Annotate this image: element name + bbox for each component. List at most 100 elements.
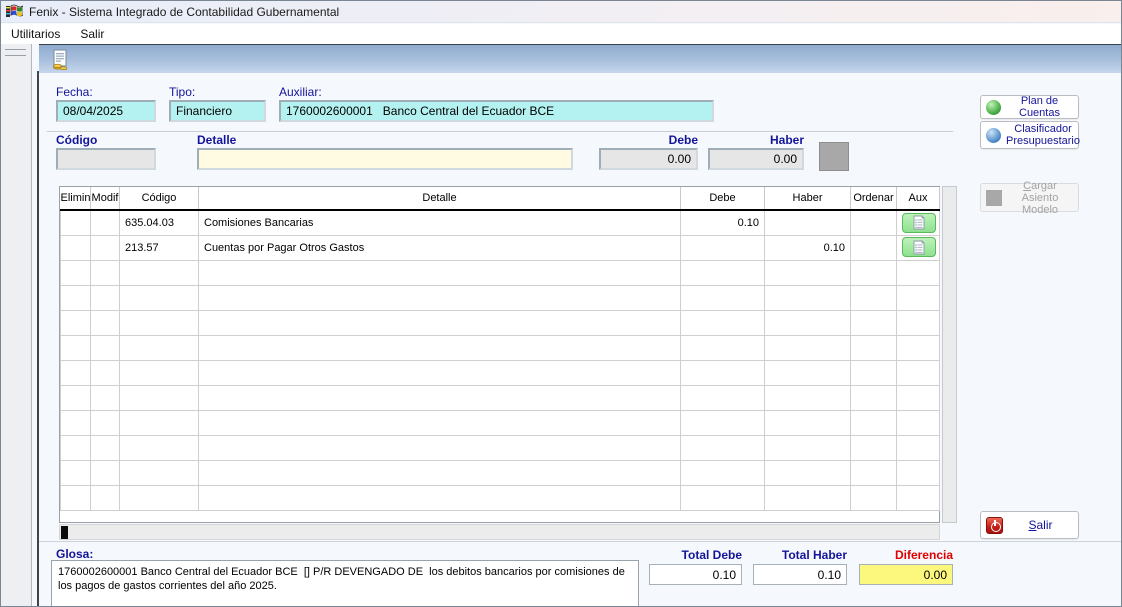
- grid-row: [61, 310, 940, 335]
- detalle-input[interactable]: [197, 148, 573, 170]
- grid-cell-codigo: [120, 310, 199, 335]
- grid-row[interactable]: 213.57Cuentas por Pagar Otros Gastos0.10: [61, 235, 940, 260]
- diferencia-input: 0.00: [859, 564, 953, 585]
- grid-cell-debe: [681, 485, 765, 510]
- grid-cell-aux: [897, 235, 940, 260]
- grid-cell-codigo: [120, 485, 199, 510]
- total-debe-input: 0.10: [649, 564, 742, 585]
- grid-cell-modif: [91, 410, 120, 435]
- plan-de-cuentas-button[interactable]: Plan de Cuentas: [980, 95, 1079, 119]
- notepad-icon: [912, 215, 926, 230]
- grid-cell-haber: [765, 210, 851, 235]
- grid-cell-codigo: 635.04.03: [120, 210, 199, 235]
- fecha-input[interactable]: 08/04/2025: [56, 100, 156, 122]
- grid-cell-debe: [681, 410, 765, 435]
- clasificador-presupuestario-button[interactable]: ClasificadorPresupuestario: [980, 121, 1079, 149]
- grid-body: 635.04.03Comisiones Bancarias0.10213.57C…: [61, 210, 940, 510]
- separator-line: [47, 131, 953, 132]
- grid-cell-ordenar: [851, 210, 897, 235]
- grid-cell-detalle: [199, 260, 681, 285]
- splitter-handle[interactable]: [5, 49, 26, 56]
- sidebar: [1, 44, 32, 607]
- grid-header-cell: Debe: [681, 187, 765, 210]
- menu-item-utilitarios[interactable]: Utilitarios: [1, 25, 70, 43]
- grid-cell-haber: [765, 260, 851, 285]
- grid-cell-detalle: [199, 435, 681, 460]
- grid-cell-ordenar: [851, 485, 897, 510]
- grid-cell-haber: [765, 485, 851, 510]
- grid-horizontal-scrollbar[interactable]: [59, 524, 940, 540]
- grid-vertical-scrollbar[interactable]: [942, 186, 957, 523]
- grid-cell-haber: [765, 335, 851, 360]
- aux-button[interactable]: [902, 213, 936, 233]
- blank-square-button[interactable]: [819, 142, 849, 171]
- grid-cell-ordenar: [851, 385, 897, 410]
- grid-cell-modif: [91, 460, 120, 485]
- menu-item-salir[interactable]: Salir: [70, 25, 114, 43]
- grid-cell-debe: [681, 460, 765, 485]
- grid-cell-debe: [681, 310, 765, 335]
- grid-cell-elimin: [61, 460, 91, 485]
- haber-input[interactable]: 0.00: [708, 148, 804, 170]
- grid-cell-detalle: [199, 385, 681, 410]
- grid-cell-ordenar: [851, 435, 897, 460]
- clasificador-label: ClasificadorPresupuestario: [1006, 123, 1080, 147]
- save-entry-button[interactable]: [48, 47, 72, 71]
- document-coins-icon: [51, 49, 70, 70]
- grid-cell-elimin: [61, 310, 91, 335]
- salir-button[interactable]: Salir: [980, 511, 1079, 539]
- grid-cell-debe: 0.10: [681, 210, 765, 235]
- grid-header-cell: Código: [120, 187, 199, 210]
- grid-row: [61, 460, 940, 485]
- grid-header-cell: Aux: [897, 187, 940, 210]
- grid-row[interactable]: 635.04.03Comisiones Bancarias0.10: [61, 210, 940, 235]
- grid-cell-haber: [765, 460, 851, 485]
- grid-row: [61, 285, 940, 310]
- grid-row: [61, 485, 940, 510]
- debe-input[interactable]: 0.00: [599, 148, 698, 170]
- glosa-textarea[interactable]: 1760002600001 Banco Central del Ecuador …: [51, 560, 639, 607]
- diferencia-label: Diferencia: [859, 548, 953, 562]
- grid-cell-aux: [897, 485, 940, 510]
- grid-cell-elimin: [61, 410, 91, 435]
- grid-cell-aux: [897, 260, 940, 285]
- grid-cell-codigo: [120, 460, 199, 485]
- plan-de-cuentas-label: Plan de Cuentas: [1006, 95, 1073, 119]
- debe-label: Debe: [599, 133, 698, 147]
- grid-header-cell: Modif: [91, 187, 120, 210]
- grid-cell-codigo: [120, 435, 199, 460]
- footer-separator: [39, 541, 1122, 542]
- grid-cell-debe: [681, 285, 765, 310]
- tipo-input[interactable]: Financiero: [169, 100, 266, 122]
- codigo-input[interactable]: [56, 148, 156, 170]
- auxiliar-input[interactable]: 1760002600001 Banco Central del Ecuador …: [279, 100, 714, 122]
- grid-header-cell: Haber: [765, 187, 851, 210]
- aux-button[interactable]: [902, 237, 936, 257]
- panel-divider: [37, 71, 39, 607]
- power-icon: [986, 517, 1003, 534]
- grid-cell-modif: [91, 285, 120, 310]
- grid-cell-aux: [897, 460, 940, 485]
- blue-sphere-icon: [986, 128, 1001, 143]
- grid-cell-haber: [765, 285, 851, 310]
- grid-cell-detalle: [199, 335, 681, 360]
- grid-cell-ordenar: [851, 410, 897, 435]
- grid-cell-aux: [897, 435, 940, 460]
- grid-cell-aux: [897, 360, 940, 385]
- codigo-label: Código: [56, 133, 97, 147]
- grid-cell-elimin: [61, 210, 91, 235]
- grid-header: EliminModifCódigoDetalleDebeHaberOrdenar…: [61, 187, 940, 210]
- hscroll-thumb[interactable]: [61, 526, 68, 539]
- grid-cell-aux: [897, 310, 940, 335]
- grid-row: [61, 435, 940, 460]
- cargar-asiento-label: Cargar AsientoModelo: [1007, 180, 1073, 216]
- grid-cell-haber: [765, 410, 851, 435]
- grid-row: [61, 360, 940, 385]
- grid-cell-haber: [765, 310, 851, 335]
- glosa-label: Glosa:: [56, 547, 93, 561]
- menu-bar: Utilitarios Salir: [1, 24, 1122, 44]
- grid-cell-modif: [91, 335, 120, 360]
- grid-cell-modif: [91, 210, 120, 235]
- grid-cell-codigo: [120, 285, 199, 310]
- grid-cell-aux: [897, 210, 940, 235]
